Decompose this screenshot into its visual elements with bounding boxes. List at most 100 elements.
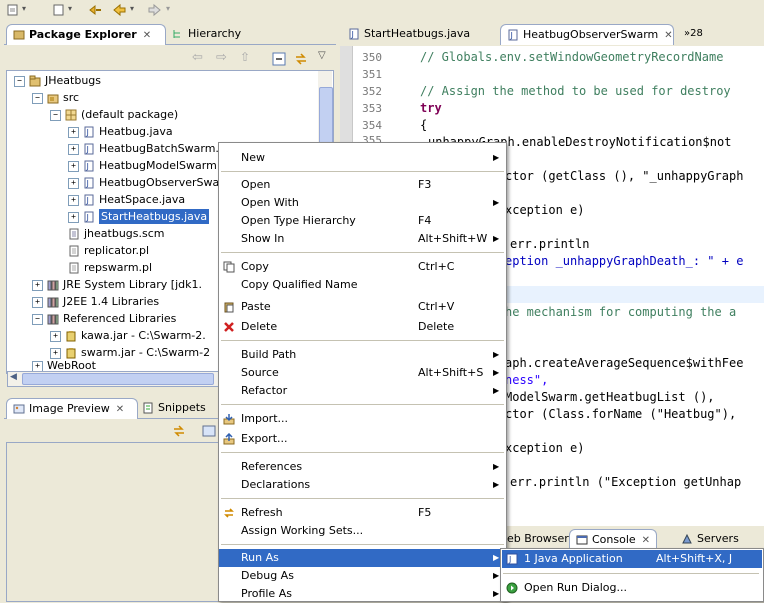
tree-item-file[interactable]: + J HeatSpace.java <box>68 191 185 208</box>
sync-icon[interactable] <box>172 424 186 438</box>
menu-item-assign-working-sets[interactable]: Assign Working Sets... <box>219 522 506 540</box>
view-menu-icon[interactable]: ▽ <box>318 50 326 61</box>
menu-label: Declarations <box>241 478 311 491</box>
expand-toggle-icon[interactable]: + <box>32 279 43 291</box>
menu-item-delete[interactable]: Delete Delete <box>219 318 506 336</box>
tree-item-file[interactable]: + J HeatbugObserverSwar <box>68 174 224 191</box>
close-icon[interactable]: ✕ <box>642 535 650 546</box>
last-edit-icon[interactable] <box>88 3 102 17</box>
tree-item-library[interactable]: + JRE System Library [jdk1. <box>32 276 202 293</box>
submenu-item-java-application[interactable]: J 1 Java Application Alt+Shift+X, J <box>502 550 762 568</box>
tab-console[interactable]: Console ✕ <box>569 529 658 550</box>
menu-item-refresh[interactable]: Refresh F5 <box>219 504 506 522</box>
forward-icon[interactable] <box>148 3 162 17</box>
tree-item-src[interactable]: − src <box>32 89 79 106</box>
back-icon[interactable] <box>112 3 126 17</box>
tree-item-file[interactable]: + J Heatbug.java <box>68 123 173 140</box>
menu-item-debug-as[interactable]: Debug As ▶ <box>219 567 506 585</box>
new-wizard-icon[interactable] <box>6 3 20 17</box>
close-icon[interactable]: ✕ <box>143 30 151 41</box>
collapse-toggle-icon[interactable]: − <box>14 75 25 87</box>
dropdown-arrow-icon[interactable]: ▾ <box>68 4 72 13</box>
menu-item-profile-as[interactable]: Profile As ▶ <box>219 585 506 603</box>
tree-item-library[interactable]: + J2EE 1.4 Libraries <box>32 293 159 310</box>
tree-item-jar[interactable]: + kawa.jar - C:\Swarm-2. <box>50 327 206 344</box>
tab-snippets[interactable]: Snippets <box>136 398 212 418</box>
tree-label: HeatbugBatchSwarm. <box>99 142 219 155</box>
dropdown-arrow-icon[interactable]: ▾ <box>22 4 26 13</box>
menu-item-declarations[interactable]: Declarations ▶ <box>219 476 506 494</box>
tree-item-default-package[interactable]: − (default package) <box>50 106 178 123</box>
scroll-left-icon[interactable]: ◀ <box>10 372 17 382</box>
menu-item-source[interactable]: Source Alt+Shift+S ▶ <box>219 364 506 382</box>
menu-item-new[interactable]: New ▶ <box>219 149 506 167</box>
tree-item-file[interactable]: + J HeatbugModelSwarm. <box>68 157 220 174</box>
submenu-arrow-icon: ▶ <box>493 589 500 598</box>
back-nav-icon[interactable]: ⇦ <box>192 50 203 65</box>
menu-item-build-path[interactable]: Build Path ▶ <box>219 346 506 364</box>
paste-icon <box>224 302 234 313</box>
tree-item-webroot[interactable]: + WebRoot <box>32 361 96 371</box>
link-with-editor-icon[interactable] <box>294 52 308 66</box>
menu-item-open[interactable]: Open F3 <box>219 176 506 194</box>
open-type-icon[interactable] <box>52 3 66 17</box>
tab-web-browser[interactable]: eb Browser <box>505 529 571 549</box>
tree-item-file[interactable]: repswarm.pl <box>68 259 152 276</box>
tab-label: Snippets <box>158 401 206 414</box>
expand-toggle-icon[interactable]: + <box>68 177 79 189</box>
tab-hierarchy[interactable]: Hierarchy <box>166 24 247 44</box>
expand-toggle-icon[interactable]: + <box>32 296 43 308</box>
menu-item-references[interactable]: References ▶ <box>219 458 506 476</box>
expand-toggle-icon[interactable]: + <box>68 143 79 155</box>
menu-item-copy[interactable]: Copy Ctrl+C <box>219 258 506 276</box>
up-icon[interactable]: ⇧ <box>240 50 250 64</box>
tree-label: src <box>63 91 80 104</box>
menu-item-open-with[interactable]: Open With ▶ <box>219 194 506 212</box>
image-icon[interactable] <box>202 424 216 438</box>
expand-toggle-icon[interactable]: + <box>68 211 79 223</box>
collapse-toggle-icon[interactable]: − <box>32 92 43 104</box>
menu-label: Assign Working Sets... <box>241 524 364 537</box>
close-icon[interactable]: ✕ <box>116 404 124 415</box>
tab-heatbug-observer-swarm[interactable]: J HeatbugObserverSwarm ✕ <box>500 24 674 45</box>
tab-label: HeatbugObserverSwarm <box>523 28 659 41</box>
menu-accelerator: Alt+Shift+W <box>418 232 488 245</box>
tab-start-heatbugs[interactable]: J StartHeatbugs.java <box>342 24 476 44</box>
expand-toggle-icon[interactable]: + <box>68 126 79 138</box>
tree-item-file[interactable]: replicator.pl <box>68 242 149 259</box>
submenu-item-open-run-dialog[interactable]: Open Run Dialog... <box>502 579 762 597</box>
forward-nav-icon[interactable]: ⇨ <box>216 50 227 65</box>
expand-toggle-icon[interactable]: + <box>32 361 43 371</box>
collapse-toggle-icon[interactable]: − <box>32 313 43 325</box>
tree-item-file-selected[interactable]: + J StartHeatbugs.java <box>68 208 210 225</box>
tree-item-jar[interactable]: + swarm.jar - C:\Swarm-2 <box>50 344 210 361</box>
copy-icon <box>223 261 235 273</box>
menu-item-run-as[interactable]: Run As ▶ <box>219 549 506 567</box>
tree-item-file[interactable]: + J HeatbugBatchSwarm. <box>68 140 219 157</box>
expand-toggle-icon[interactable]: + <box>50 347 61 359</box>
menu-item-show-in[interactable]: Show In Alt+Shift+W ▶ <box>219 230 506 248</box>
tab-image-preview[interactable]: Image Preview ✕ <box>6 398 138 419</box>
collapse-toggle-icon[interactable]: − <box>50 109 61 121</box>
tree-item-file[interactable]: jheatbugs.scm <box>68 225 165 242</box>
tab-package-explorer[interactable]: Package Explorer ✕ <box>6 24 166 45</box>
menu-item-copy-qualified-name[interactable]: Copy Qualified Name <box>219 276 506 294</box>
menu-item-import[interactable]: Import... <box>219 410 506 428</box>
more-editors-button[interactable]: »28 <box>678 24 709 44</box>
menu-item-export[interactable]: Export... <box>219 430 506 448</box>
dropdown-arrow-icon[interactable]: ▾ <box>130 4 134 13</box>
expand-toggle-icon[interactable]: + <box>68 194 79 206</box>
expand-toggle-icon[interactable]: + <box>68 160 79 172</box>
menu-item-refactor[interactable]: Refactor ▶ <box>219 382 506 400</box>
collapse-all-icon[interactable] <box>272 52 286 66</box>
tab-servers[interactable]: Servers <box>675 529 745 549</box>
menu-item-paste[interactable]: Paste Ctrl+V <box>219 298 506 316</box>
expand-toggle-icon[interactable]: + <box>50 330 61 342</box>
tree-item-referenced-libraries[interactable]: − Referenced Libraries <box>32 310 176 327</box>
menu-label: Run As <box>241 551 279 564</box>
menu-item-open-type-hierarchy[interactable]: Open Type Hierarchy F4 <box>219 212 506 230</box>
dropdown-arrow-icon[interactable]: ▾ <box>166 4 170 13</box>
close-icon[interactable]: ✕ <box>664 30 672 41</box>
scrollbar-thumb[interactable] <box>22 373 214 385</box>
tree-item-project[interactable]: − JHeatbugs <box>14 72 101 89</box>
